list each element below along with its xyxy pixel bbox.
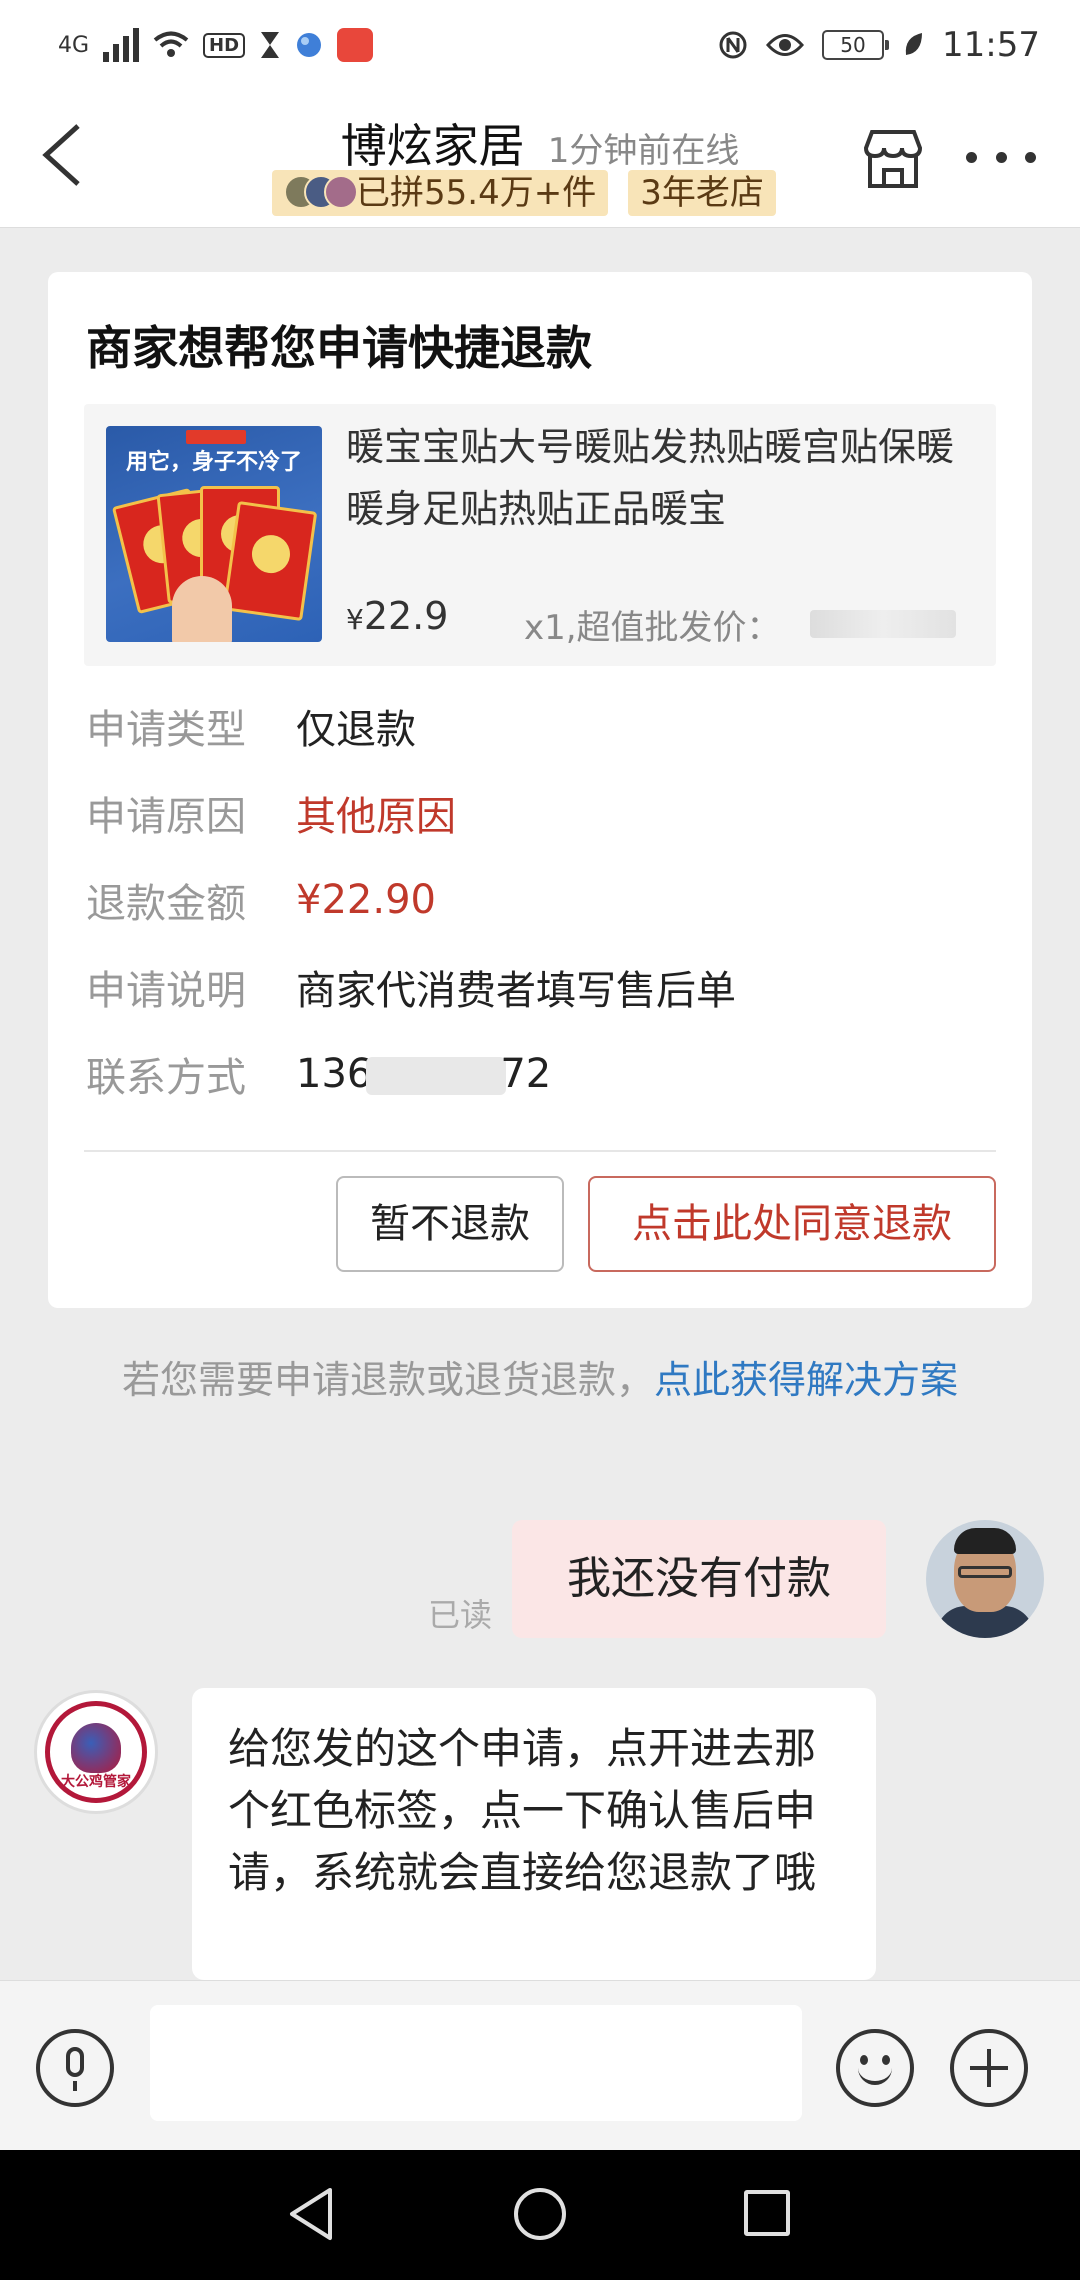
merchant-avatar[interactable]: 大公鸡管家: [34, 1690, 158, 1814]
voice-input-button[interactable]: [36, 2029, 114, 2107]
detail-label: 退款金额: [86, 880, 246, 927]
hd-badge: HD: [203, 32, 246, 58]
more-options-icon[interactable]: [966, 152, 1036, 166]
more-actions-button[interactable]: [950, 2029, 1028, 2107]
detail-row-amount: 退款金额 ¥22.90: [86, 856, 986, 943]
signal-icon: [103, 28, 140, 62]
detail-value: ¥22.90: [296, 876, 436, 923]
solution-link[interactable]: 点此获得解决方案: [654, 1358, 958, 1402]
shop-age-label: 3年老店: [640, 173, 764, 213]
detail-label: 申请类型: [86, 706, 246, 753]
clock: 11:57: [942, 25, 1040, 65]
refund-details: 申请类型 仅退款 申请原因 其他原因 退款金额 ¥22.90 申请说明 商家代消…: [86, 682, 986, 1117]
product-item[interactable]: 用它，身子不冷了 暖宝宝贴大号暖贴发热贴暖宫贴保暖暖身足贴热贴正品暖宝 ¥22.…: [84, 404, 996, 666]
microphone-icon: [66, 2047, 84, 2077]
agree-refund-button[interactable]: 点击此处同意退款: [588, 1176, 996, 1272]
detail-row-reason: 申请原因 其他原因: [86, 769, 986, 856]
hourglass-icon: [261, 32, 280, 58]
browser-icon: [297, 33, 322, 57]
nfc-icon: [719, 31, 747, 59]
shop-name[interactable]: 博炫家居: [341, 119, 525, 173]
product-name: 暖宝宝贴大号暖贴发热贴暖宫贴保暖暖身足贴热贴正品暖宝: [346, 425, 955, 531]
detail-value: 仅退款: [296, 706, 416, 753]
buyer-avatars-icon: [284, 175, 358, 211]
heat-pack-image: [222, 500, 318, 622]
incoming-message[interactable]: 给您发的这个申请，点开进去那个红色标签，点一下确认售后申请，系统就会直接给您退款…: [192, 1688, 876, 1980]
product-price: ¥22.9: [346, 594, 448, 638]
read-receipt: 已读: [428, 1596, 493, 1634]
app-notification-icon: [337, 28, 374, 62]
hand-image: [172, 576, 232, 642]
merchant-avatar-label: 大公鸡管家: [61, 1774, 131, 1790]
contact-phone: 136 72: [296, 1051, 551, 1097]
store-icon[interactable]: [860, 126, 926, 192]
price-value: 22.9: [363, 594, 449, 638]
thumbnail-tag: [186, 430, 246, 444]
detail-label: 申请原因: [86, 793, 246, 840]
detail-row-note: 申请说明 商家代消费者填写售后单: [86, 943, 986, 1030]
shop-age-tag: 3年老店: [628, 170, 776, 216]
phone-redaction: [366, 1056, 507, 1095]
card-divider: [84, 1150, 996, 1152]
emoji-button[interactable]: [836, 2029, 914, 2107]
status-bar: 4G HD 50 11:57: [0, 0, 1080, 90]
decline-refund-button[interactable]: 暂不退款: [336, 1176, 564, 1272]
smiley-icon: [860, 2055, 868, 2065]
detail-value: 其他原因: [296, 793, 456, 840]
sold-count-label: 已拼55.4万+件: [356, 173, 597, 213]
message-input[interactable]: [150, 2005, 802, 2121]
status-left: 4G HD: [58, 28, 374, 62]
battery-icon: 50: [822, 30, 890, 60]
phone-prefix: 136: [296, 1050, 373, 1097]
nav-home-icon[interactable]: [514, 2188, 566, 2240]
blurred-price: [810, 610, 956, 638]
detail-row-type: 申请类型 仅退款: [86, 682, 986, 769]
currency-symbol: ¥: [346, 603, 364, 636]
refund-notice: 若您需要申请退款或退货退款，点此获得解决方案: [90, 1352, 990, 1408]
input-bar: [0, 1980, 1080, 2150]
status-right: 50 11:57: [718, 25, 1040, 65]
system-nav-bar: [0, 2150, 1080, 2280]
detail-value: 商家代消费者填写售后单: [296, 967, 736, 1014]
leaf-icon: [905, 33, 923, 55]
quantity-note: x1,超值批发价：: [524, 608, 781, 648]
eye-icon: [766, 34, 805, 56]
chat-header: 博炫家居 1分钟前在线 已拼55.4万+件 3年老店: [0, 90, 1080, 228]
product-thumbnail: 用它，身子不冷了: [106, 426, 322, 642]
detail-label: 申请说明: [86, 967, 246, 1014]
refund-card: 商家想帮您申请快捷退款 用它，身子不冷了 暖宝宝贴大号暖贴发热贴暖宫贴保暖暖身足…: [48, 272, 1032, 1308]
wifi-icon: [153, 31, 189, 57]
detail-row-contact: 联系方式 136 72: [86, 1030, 986, 1117]
sold-count-tag: 已拼55.4万+件: [272, 170, 609, 216]
phone-suffix: 72: [500, 1050, 552, 1097]
refund-card-title: 商家想帮您申请快捷退款: [86, 321, 592, 375]
user-avatar[interactable]: [926, 1520, 1044, 1638]
nav-recent-apps-icon[interactable]: [744, 2190, 790, 2236]
rooster-logo-icon: [71, 1723, 121, 1773]
online-status: 1分钟前在线: [547, 131, 740, 171]
thumbnail-caption: 用它，身子不冷了: [125, 450, 302, 475]
detail-label: 联系方式: [86, 1054, 246, 1101]
nav-back-icon[interactable]: [286, 2186, 336, 2242]
notice-text: 若您需要申请退款或退货退款，: [121, 1358, 654, 1402]
incoming-message-text: 给您发的这个申请，点开进去那个红色标签，点一下确认售后申请，系统就会直接给您退款…: [228, 1724, 817, 1897]
network-label: 4G: [58, 32, 90, 58]
shop-tags: 已拼55.4万+件 3年老店: [272, 170, 776, 216]
outgoing-message[interactable]: 我还没有付款: [512, 1520, 886, 1638]
